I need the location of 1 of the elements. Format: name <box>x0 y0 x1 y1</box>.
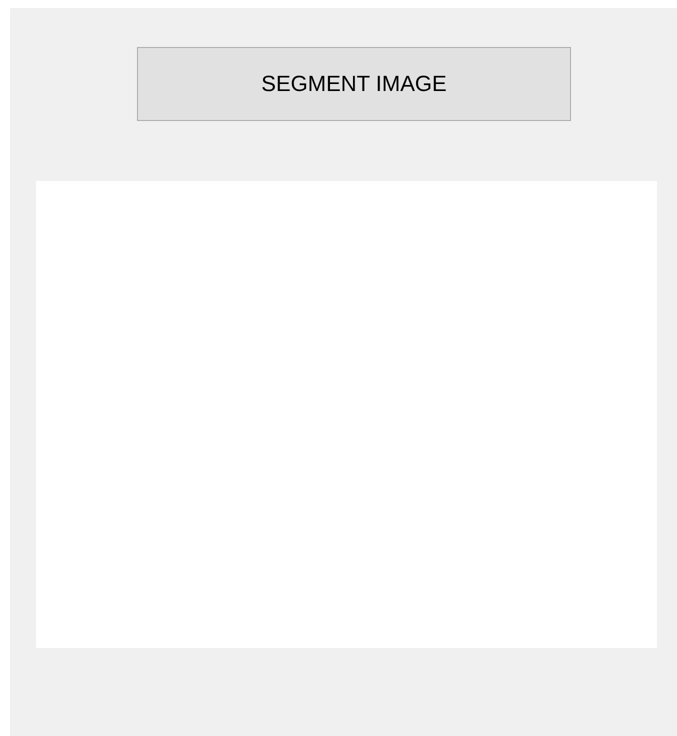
segment-image-button[interactable]: SEGMENT IMAGE <box>137 47 571 121</box>
